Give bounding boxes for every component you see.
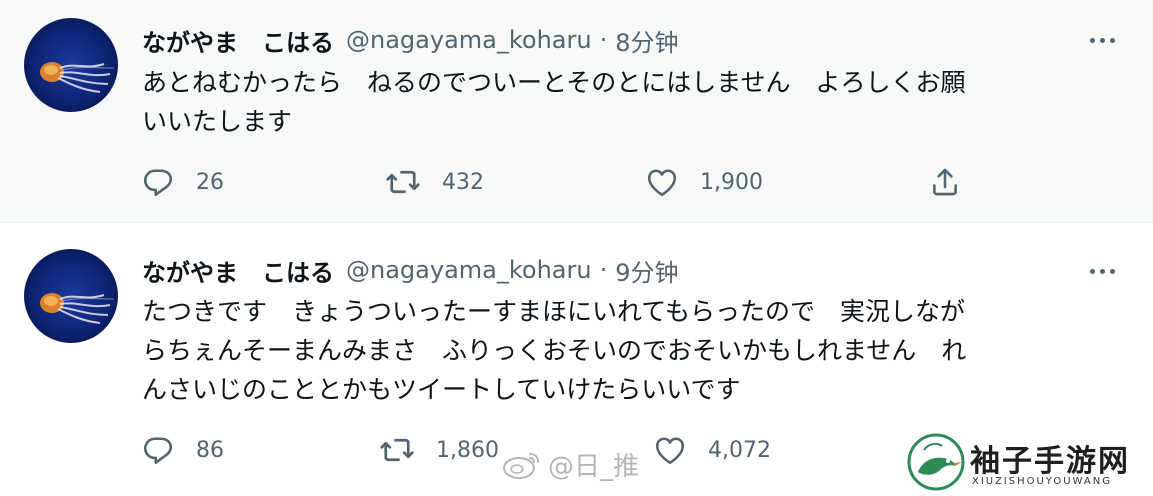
site-logo-title: 袖子手游网	[970, 444, 1130, 479]
bird-logo-icon	[907, 433, 965, 491]
tweet-time[interactable]: 9分钟	[615, 253, 678, 288]
jellyfish-avatar-image	[24, 249, 118, 343]
tweet-text: たつきです きょうついったーすまほにいれてもらったので 実況しなが らちぇんそー…	[142, 297, 967, 404]
weibo-watermark-text: @日_推	[548, 451, 640, 482]
retweet-icon	[380, 438, 414, 462]
reply-button[interactable]: 26	[140, 162, 224, 202]
retweet-count: 1,860	[436, 437, 499, 463]
reply-count: 26	[196, 169, 224, 195]
share-icon	[933, 168, 957, 196]
tweet-time[interactable]: 8分钟	[615, 23, 678, 58]
reply-icon	[143, 437, 173, 465]
site-logo: 袖子手游网 XIUZISHOUYOUWANG	[900, 432, 1152, 494]
meta-separator: ·	[599, 256, 608, 284]
retweet-icon	[386, 170, 420, 194]
user-handle[interactable]: @nagayama_koharu	[346, 26, 592, 54]
user-handle[interactable]: @nagayama_koharu	[346, 256, 592, 284]
avatar[interactable]	[24, 18, 118, 112]
like-count: 4,072	[708, 437, 771, 463]
tweet-card[interactable]: ながやま こはる @nagayama_koharu · 8分钟 あとねむかったら…	[0, 0, 1153, 222]
heart-icon	[655, 437, 685, 465]
more-icon[interactable]	[1087, 30, 1117, 50]
tweet-divider	[0, 222, 1153, 233]
reply-icon	[143, 169, 173, 197]
like-button[interactable]: 4,072	[652, 430, 771, 470]
display-name[interactable]: ながやま こはる	[142, 23, 334, 58]
site-logo-subtitle: XIUZISHOUYOUWANG	[972, 476, 1112, 487]
weibo-icon	[503, 453, 539, 479]
display-name[interactable]: ながやま こはる	[142, 253, 334, 288]
reply-button[interactable]: 86	[140, 430, 224, 470]
tweet-header: ながやま こはる @nagayama_koharu · 9分钟	[142, 250, 679, 290]
tweet-text: あとねむかったら ねるのでついーとそのとにはしません よろしくお願 いいたします	[142, 68, 966, 136]
reply-count: 86	[196, 437, 224, 463]
retweet-button[interactable]: 432	[384, 162, 484, 202]
meta-separator: ·	[599, 26, 608, 54]
tweet-header: ながやま こはる @nagayama_koharu · 8分钟	[142, 20, 679, 60]
jellyfish-avatar-image	[24, 18, 118, 112]
retweet-button[interactable]: 1,860	[378, 430, 499, 470]
tweet-actions: 26 432 1,900	[140, 162, 980, 202]
share-button[interactable]	[928, 162, 962, 202]
like-count: 1,900	[700, 169, 763, 195]
retweet-count: 432	[442, 169, 484, 195]
avatar[interactable]	[24, 249, 118, 343]
more-icon[interactable]	[1087, 261, 1117, 281]
heart-icon	[647, 169, 677, 197]
like-button[interactable]: 1,900	[644, 162, 763, 202]
weibo-watermark: @日_推	[502, 446, 639, 482]
